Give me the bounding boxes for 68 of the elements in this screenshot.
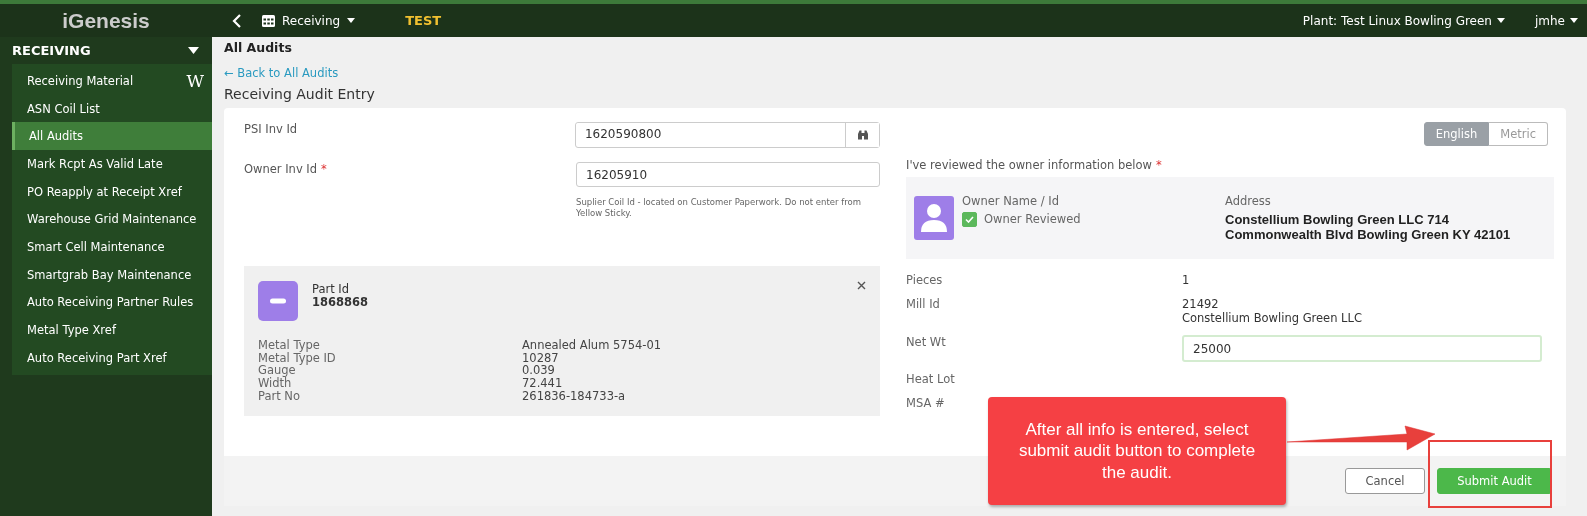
detail-label: Part No: [258, 389, 301, 403]
sidebar-item[interactable]: All Audits: [12, 122, 212, 151]
sidebar-item[interactable]: Auto Receiving Partner Rules: [12, 288, 212, 317]
sidebar-item[interactable]: Mark Rcpt As Valid Late: [12, 150, 212, 178]
required-mark: *: [1155, 158, 1162, 172]
lookup-button[interactable]: [845, 123, 879, 147]
field-label: Pieces: [906, 273, 944, 287]
user-menu[interactable]: jmhe: [1535, 13, 1578, 28]
check-icon: [965, 215, 974, 223]
field-label: Mill Id: [906, 297, 941, 311]
caret-icon: [188, 47, 199, 54]
owner-reviewed-checkbox[interactable]: [962, 211, 977, 227]
owner-review-label: I've reviewed the owner information below: [906, 158, 1152, 172]
plant-menu[interactable]: Plant: Test Linux Bowling Green: [1302, 13, 1505, 28]
binoculars-icon: [856, 130, 869, 140]
close-icon[interactable]: [857, 280, 866, 290]
detail-value: 72.441: [522, 376, 564, 390]
caret-icon: [347, 18, 356, 23]
user-avatar-icon: [914, 196, 954, 240]
back-icon[interactable]: [232, 13, 242, 28]
sidebar-item[interactable]: Warehouse Grid Maintenance: [12, 205, 212, 234]
field-value: 21492: [1182, 297, 1220, 311]
detail-label: Metal Type: [258, 338, 321, 352]
sidebar-item[interactable]: PO Reapply at Receipt Xref: [12, 177, 212, 206]
part-minus-icon: [258, 280, 298, 321]
sidebar-item[interactable]: Smart Cell Maintenance: [12, 233, 212, 261]
sidebar-item[interactable]: Auto Receiving Part Xref: [12, 343, 212, 372]
owner-inv-id-field[interactable]: 16205910: [576, 162, 880, 187]
field-hint: Suplier Coil Id - located on Customer Paperwork. Do not enter from Yellow Sticky.: [576, 197, 862, 220]
detail-value: 10287: [522, 351, 560, 365]
logo: iGenesis: [61, 8, 151, 33]
module-menu[interactable]: Receiving: [262, 13, 356, 28]
caret-icon: [1570, 18, 1578, 23]
owner-name-label: Owner Name / Id: [962, 193, 1060, 208]
detail-label: Width: [258, 376, 292, 390]
wiki-badge[interactable]: W: [186, 70, 204, 91]
detail-value: 261836-184733-a: [522, 389, 627, 403]
address-value: Constellium Bowling Green LLC 714 Commonwealth Blvd Bowling Green KY 42101: [1225, 212, 1512, 243]
part-id-value: 1868868: [312, 295, 368, 309]
caret-icon: [1497, 18, 1505, 23]
annotation-callout: After all info is entered, select submit audit button to complete the audit.: [988, 397, 1286, 505]
field-label: MSA #: [906, 396, 946, 410]
sidebar-section[interactable]: RECEIVING: [0, 37, 212, 64]
grid-icon: [262, 14, 275, 27]
detail-label: Gauge: [258, 364, 296, 377]
checkbox-label: Owner Reviewed: [984, 212, 1081, 226]
address-label: Address: [1225, 193, 1272, 208]
sidebar-item[interactable]: Metal Type Xref: [12, 316, 212, 344]
field-label: Heat Lot: [906, 372, 956, 386]
page-title: All Audits: [224, 40, 293, 55]
psi-inv-id-field[interactable]: 1620590800: [574, 122, 880, 148]
detail-value: 0.039: [522, 364, 556, 377]
net-wt-field[interactable]: 25000: [1182, 335, 1542, 362]
detail-label: Metal Type ID: [258, 351, 337, 365]
form-heading: Receiving Audit Entry: [224, 86, 376, 102]
cancel-button[interactable]: Cancel: [1345, 468, 1425, 494]
sidebar-item[interactable]: Receiving Material W: [12, 67, 212, 95]
field-value: Constellium Bowling Green LLC: [1182, 311, 1363, 325]
environment-label: TEST: [405, 13, 442, 28]
sidebar-item[interactable]: ASN Coil List: [12, 94, 212, 123]
field-value: 1: [1182, 273, 1191, 287]
detail-value: Annealed Alum 5754-01: [522, 338, 663, 352]
required-mark: *: [321, 162, 327, 176]
field-label: Owner Inv Id: [244, 162, 318, 176]
part-id-label: Part Id: [312, 282, 351, 296]
field-label: Net Wt: [906, 335, 947, 349]
sidebar-item[interactable]: Smartgrab Bay Maintenance: [12, 260, 212, 289]
field-label: PSI Inv Id: [244, 122, 299, 138]
